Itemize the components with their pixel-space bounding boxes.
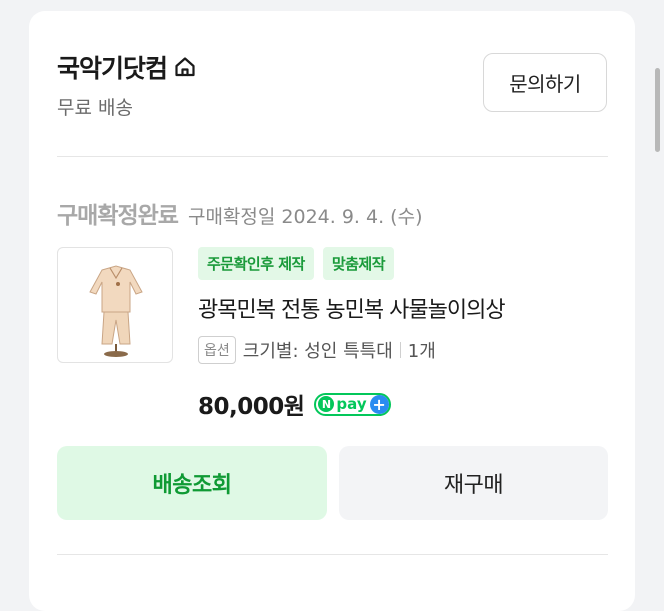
price: 80,000원: [198, 394, 305, 420]
quantity: 1개: [407, 341, 436, 362]
price-row: 80,000원 N pay +: [198, 387, 391, 421]
home-icon[interactable]: [173, 55, 197, 79]
divider: [57, 156, 608, 157]
order-card: 국악기닷컴 무료 배송 문의하기 구매확정완료 구매확정일 2024. 9. 4…: [29, 11, 635, 611]
npay-plus-badge: N pay +: [314, 392, 391, 416]
option-separator: [399, 342, 401, 358]
product-name[interactable]: 광목민복 전통 농민복 사물놀이의상: [198, 292, 506, 324]
badge-made-to-order: 주문확인후 제작: [198, 247, 314, 280]
product-thumbnail[interactable]: [57, 247, 173, 363]
order-status: 구매확정완료 구매확정일 2024. 9. 4. (수): [57, 196, 422, 230]
scrollbar[interactable]: [655, 68, 660, 152]
product-option: 옵션 크기별: 성인 특특대 1개: [198, 336, 436, 364]
badge-custom: 맞춤제작: [322, 247, 395, 280]
option-text: 크기별: 성인 특특대: [242, 341, 393, 362]
divider: [57, 554, 608, 555]
option-tag: 옵션: [198, 336, 236, 364]
plus-icon: +: [369, 394, 389, 414]
inquiry-button[interactable]: 문의하기: [483, 53, 607, 112]
reorder-button[interactable]: 재구매: [339, 446, 608, 520]
store-header[interactable]: 국악기닷컴: [57, 49, 197, 85]
status-label: 구매확정완료: [57, 203, 179, 229]
npay-n-icon: N: [318, 396, 335, 412]
track-delivery-button[interactable]: 배송조회: [57, 446, 327, 520]
product-badges: 주문확인후 제작 맞춤제작: [198, 247, 395, 280]
shipping-info: 무료 배송: [57, 97, 133, 119]
npay-text: pay: [336, 395, 367, 413]
store-name[interactable]: 국악기닷컴: [57, 49, 168, 85]
confirm-date: 구매확정일 2024. 9. 4. (수): [187, 206, 423, 228]
